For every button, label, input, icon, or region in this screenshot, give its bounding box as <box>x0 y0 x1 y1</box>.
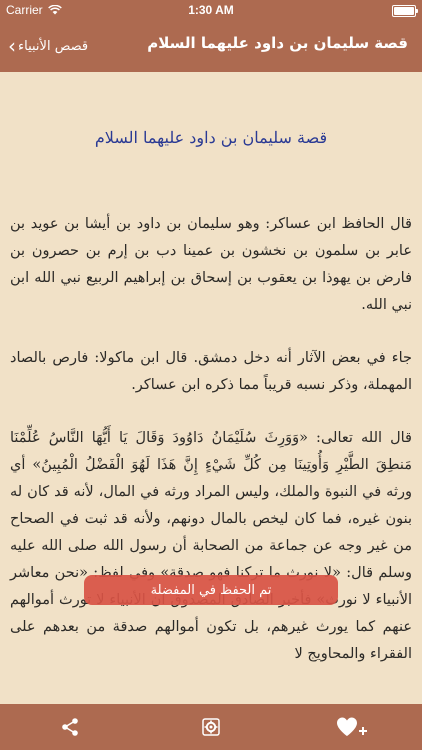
back-button[interactable]: ‹ قصص الأنبياء <box>0 34 88 58</box>
story-content[interactable]: قصة سليمان بن داود عليهما السلام قال الح… <box>0 72 422 704</box>
bottom-toolbar <box>0 704 422 750</box>
status-time: 1:30 AM <box>188 3 234 17</box>
page-title: قصة سليمان بن داود عليهما السلام <box>147 34 408 52</box>
add-favorite-button[interactable] <box>322 704 382 750</box>
story-paragraph: جاء في بعض الآثار أنه دخل دمشق. قال ابن … <box>10 350 412 393</box>
status-bar: Carrier 1:30 AM <box>0 0 422 20</box>
heart-plus-icon <box>337 717 367 736</box>
chevron-left-icon: ‹ <box>8 34 16 58</box>
story-paragraph: قال الحافظ ابن عساكر: وهو سليمان بن داود… <box>10 216 412 313</box>
settings-button[interactable] <box>181 704 241 750</box>
toast-message: تم الحفظ في المفضلة <box>84 575 338 605</box>
battery-icon <box>392 5 418 17</box>
story-title: قصة سليمان بن داود عليهما السلام <box>94 128 328 147</box>
story-paragraph: قال الله تعالى: «وَوَرِثَ سُلَيْمَانُ دَ… <box>10 430 412 662</box>
nav-bar: ‹ قصص الأنبياء قصة سليمان بن داود عليهما… <box>0 20 422 72</box>
share-icon <box>62 718 78 736</box>
share-button[interactable] <box>40 704 100 750</box>
back-label: قصص الأنبياء <box>18 38 89 54</box>
gear-icon <box>202 718 220 736</box>
